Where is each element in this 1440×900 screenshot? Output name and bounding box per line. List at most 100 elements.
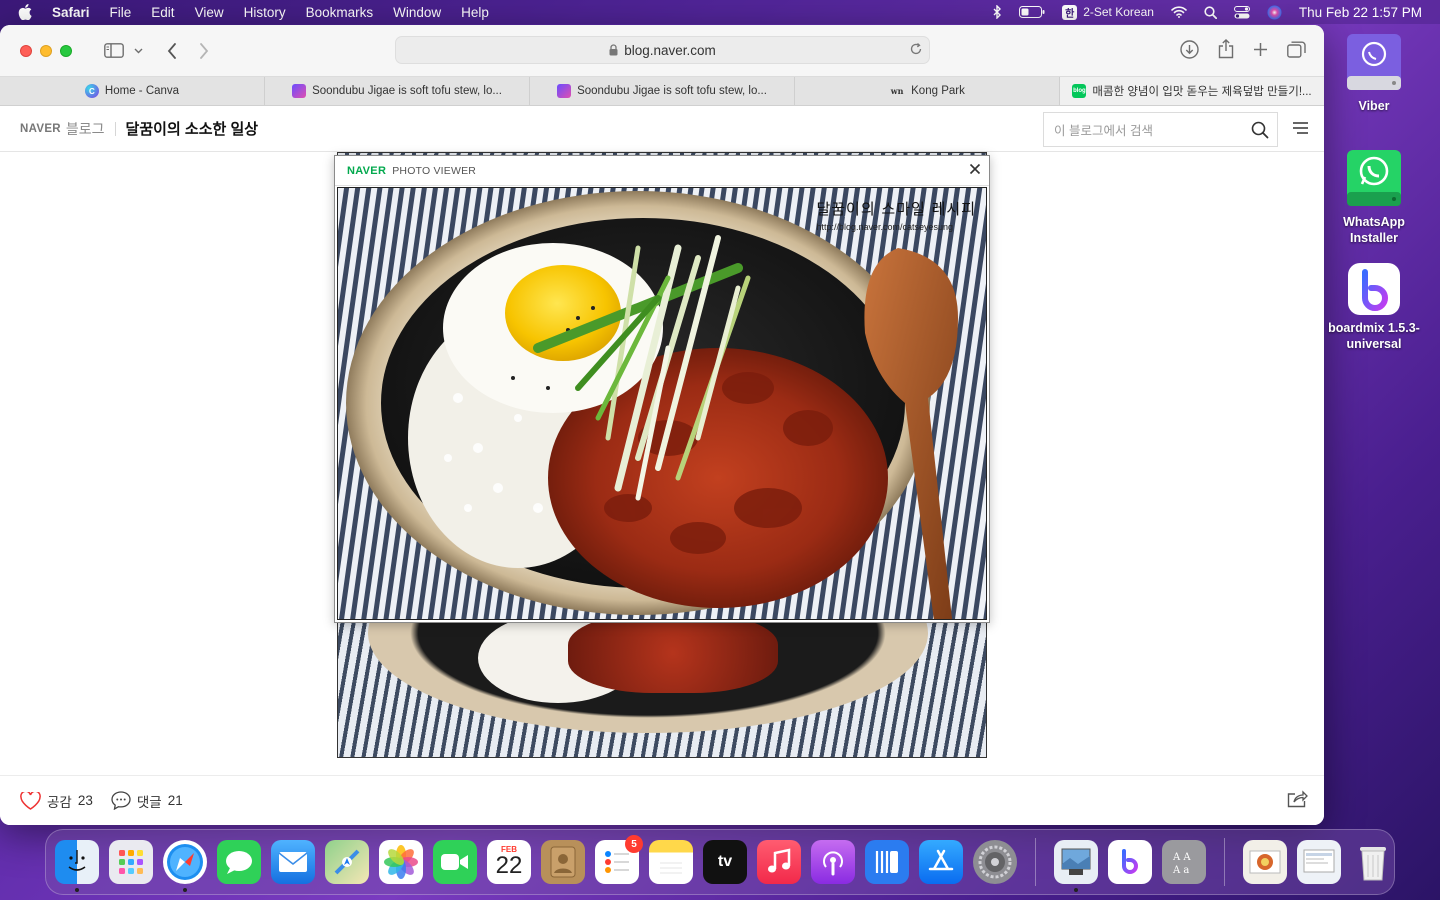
watermark-url: http://blog.naver.com/catseyesung: [816, 222, 954, 232]
menu-view[interactable]: View: [195, 5, 224, 20]
close-window-button[interactable]: [20, 44, 32, 57]
boardmix-icon: [1324, 262, 1424, 316]
downloads-stack-icon[interactable]: [1243, 840, 1287, 884]
podcasts-icon[interactable]: [811, 840, 855, 884]
minimize-window-button[interactable]: [40, 44, 52, 57]
app-store-icon[interactable]: [919, 840, 963, 884]
menubar-clock[interactable]: Thu Feb 22 1:57 PM: [1299, 5, 1422, 20]
search-icon[interactable]: [1251, 121, 1269, 139]
apple-tv-icon[interactable]: tv: [703, 840, 747, 884]
mail-icon[interactable]: [271, 840, 315, 884]
battery-icon[interactable]: [1019, 6, 1045, 18]
blog-title[interactable]: 달꿈이의 소소한 일상: [126, 118, 259, 139]
viewer-photo[interactable]: 달꿈이의 스마일 레시피 http://blog.naver.com/catse…: [337, 187, 987, 620]
tab-title: Kong Park: [911, 85, 965, 97]
chevron-down-icon[interactable]: [134, 48, 143, 54]
zoom-window-button[interactable]: [60, 44, 72, 57]
blog-home-link[interactable]: 블로그: [66, 119, 105, 139]
browser-toolbar: blog.naver.com: [0, 25, 1324, 77]
menu-app-name[interactable]: Safari: [52, 5, 90, 20]
siri-icon[interactable]: [1267, 5, 1282, 20]
forward-button[interactable]: [199, 42, 209, 59]
close-icon[interactable]: [969, 163, 981, 175]
share-icon[interactable]: [1218, 39, 1234, 59]
tab-naver-blog[interactable]: blog 매콤한 양념이 입맛 돋우는 제육덮밥 만들기!...: [1060, 77, 1324, 105]
menu-bookmarks[interactable]: Bookmarks: [306, 5, 374, 20]
calendar-icon[interactable]: FEB 22: [487, 840, 531, 884]
desktop-icon-viber[interactable]: Viber: [1324, 32, 1424, 114]
reload-icon[interactable]: [909, 42, 923, 56]
finder-icon[interactable]: [55, 840, 99, 892]
apple-menu-icon[interactable]: [18, 4, 32, 20]
comment-button[interactable]: 댓글 21: [111, 791, 183, 811]
viewer-brand: NAVER: [347, 164, 387, 177]
screenshot-stack-icon[interactable]: [1297, 840, 1341, 884]
tab-overview-icon[interactable]: [1287, 41, 1306, 58]
menu-window[interactable]: Window: [393, 5, 441, 20]
preview-icon[interactable]: [1054, 840, 1098, 892]
control-center-icon[interactable]: [1233, 5, 1250, 19]
desktop-icon-boardmix[interactable]: boardmix 1.5.3-universal: [1324, 262, 1424, 352]
notes-icon[interactable]: [649, 840, 693, 884]
new-tab-icon[interactable]: [1253, 42, 1268, 57]
soondubu-site-icon: [557, 84, 572, 98]
input-source-label: 2-Set Korean: [1083, 5, 1154, 19]
address-bar[interactable]: blog.naver.com: [395, 36, 930, 64]
trash-icon[interactable]: [1351, 840, 1395, 884]
search-placeholder: 이 블로그에서 검색: [1054, 124, 1153, 138]
photo-viewer-dialog: NAVER PHOTO VIEWER 달꿈이의 스마일 레시피 http://b…: [334, 155, 990, 623]
calendar-day: 22: [495, 851, 523, 879]
music-icon[interactable]: [757, 840, 801, 884]
tab-title: Soondubu Jigae is soft tofu stew, lo...: [312, 85, 502, 97]
menu-history[interactable]: History: [244, 5, 286, 20]
speech-bubble-icon: [111, 791, 131, 810]
maps-icon[interactable]: [325, 840, 369, 884]
tab-soondubu-2[interactable]: Soondubu Jigae is soft tofu stew, lo...: [530, 77, 795, 105]
reminders-badge: 5: [625, 835, 643, 853]
header-divider: [114, 121, 116, 136]
menu-icon[interactable]: [1293, 122, 1308, 134]
blog-search-input[interactable]: 이 블로그에서 검색: [1043, 112, 1278, 147]
window-controls: [20, 44, 72, 57]
wifi-icon[interactable]: [1171, 6, 1187, 18]
food-photo-illustration: [338, 188, 986, 619]
bluetooth-icon[interactable]: [992, 5, 1002, 19]
running-indicator: [1074, 888, 1078, 892]
comment-label: 댓글: [136, 794, 162, 810]
files-app-icon[interactable]: [865, 840, 909, 884]
post-action-bar: 공감 23 댓글 21: [0, 775, 1324, 825]
menu-help[interactable]: Help: [461, 5, 489, 20]
menu-edit[interactable]: Edit: [151, 5, 174, 20]
facetime-icon[interactable]: [433, 840, 477, 884]
contacts-icon[interactable]: [541, 840, 585, 884]
boardmix-dock-icon[interactable]: [1108, 840, 1152, 884]
sidebar-toggle-icon[interactable]: [104, 43, 124, 58]
back-button[interactable]: [167, 42, 177, 59]
reminders-icon[interactable]: 5: [595, 835, 643, 884]
desktop-icon-label: Viber: [1358, 99, 1390, 113]
launchpad-icon[interactable]: [109, 840, 153, 884]
tab-soondubu-1[interactable]: Soondubu Jigae is soft tofu stew, lo...: [265, 77, 530, 105]
safari-window: blog.naver.com C Home - Canva Soondubu J…: [0, 25, 1324, 825]
url-text: blog.naver.com: [624, 42, 716, 58]
photos-icon[interactable]: [379, 840, 423, 884]
input-source-menu[interactable]: 한 2-Set Korean: [1062, 4, 1154, 20]
spotlight-icon[interactable]: [1204, 5, 1217, 19]
tab-canva[interactable]: C Home - Canva: [0, 77, 265, 105]
font-book-icon[interactable]: A A A a: [1162, 840, 1206, 884]
svg-text:A A: A A: [1172, 852, 1191, 863]
desktop-icon-whatsapp[interactable]: WhatsApp Installer: [1324, 148, 1424, 246]
downloads-icon[interactable]: [1180, 39, 1199, 59]
dock-divider: [1035, 838, 1036, 886]
like-button[interactable]: 공감 23: [20, 791, 93, 811]
tab-kong-park[interactable]: wn Kong Park: [795, 77, 1060, 105]
menu-file[interactable]: File: [110, 5, 132, 20]
naver-logo[interactable]: NAVER: [20, 123, 61, 135]
input-source-icon: 한: [1062, 4, 1078, 20]
system-settings-icon[interactable]: [973, 840, 1017, 884]
share-post-icon[interactable]: [1287, 790, 1308, 808]
watermark-title: 달꿈이의 스마일 레시피: [816, 200, 976, 218]
safari-icon[interactable]: [163, 840, 207, 892]
menu-bar: Safari File Edit View History Bookmarks …: [0, 0, 1440, 24]
messages-icon[interactable]: [217, 840, 261, 884]
